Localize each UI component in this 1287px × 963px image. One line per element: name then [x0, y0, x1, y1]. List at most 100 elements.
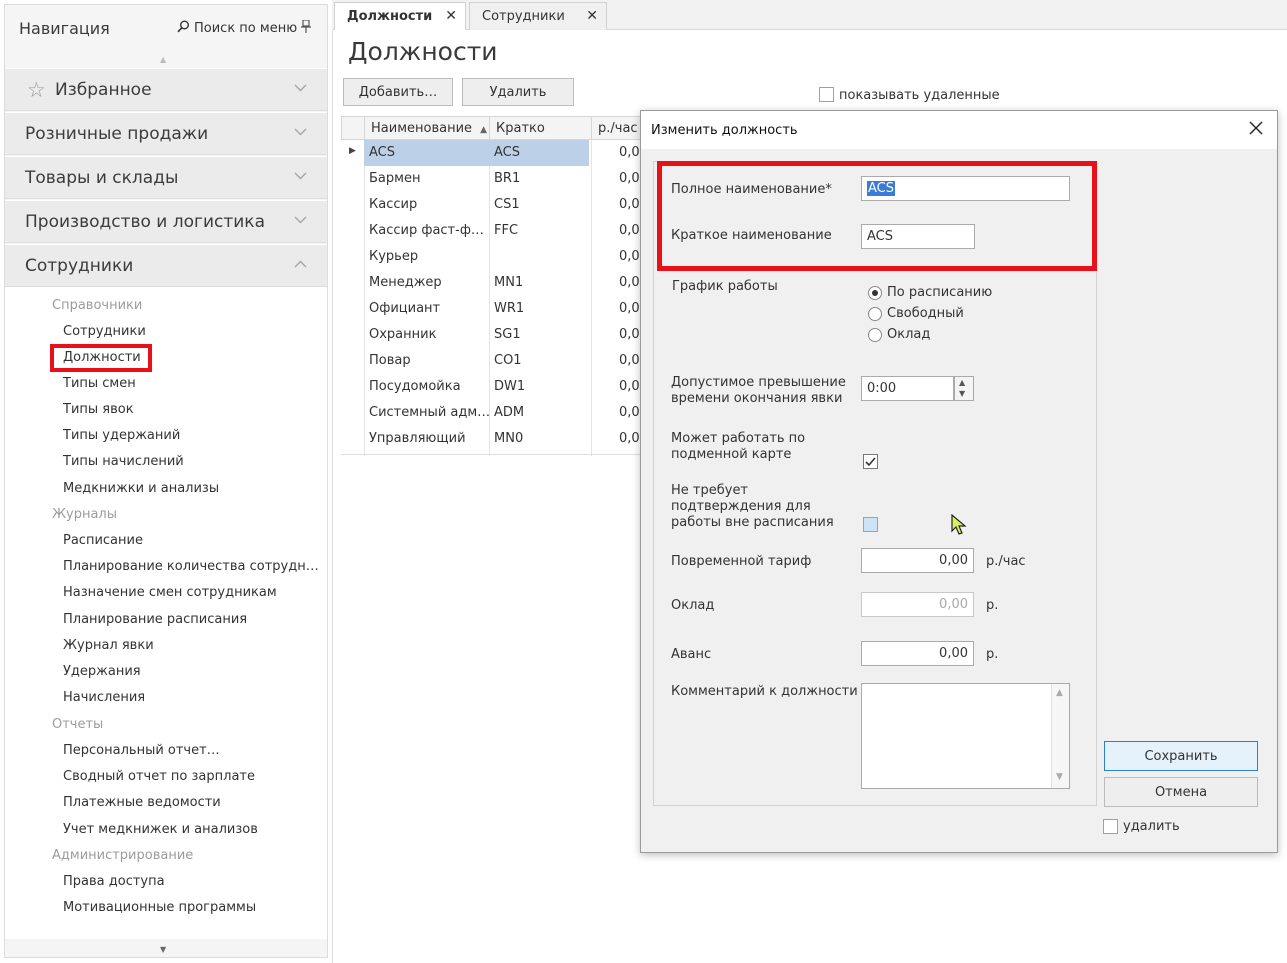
comment-textarea[interactable]: ▲ ▼: [861, 683, 1070, 789]
cell-short: MN1: [494, 275, 524, 290]
menu-item-attendance-types[interactable]: Типы явок: [63, 402, 134, 417]
save-button[interactable]: Сохранить: [1104, 741, 1258, 771]
schedule-free-radio[interactable]: [868, 307, 882, 321]
table-row[interactable]: Курьер 0,00: [341, 244, 671, 270]
cancel-button[interactable]: Отмена: [1104, 777, 1258, 807]
menu-item-personal-report[interactable]: Персональный отчет…: [63, 743, 220, 758]
schedule-salary-radio[interactable]: [868, 328, 882, 342]
table-row[interactable]: Бармен BR1 0,00: [341, 166, 671, 192]
close-icon[interactable]: ✕: [445, 8, 457, 24]
menu-item-shift-assignment[interactable]: Назначение смен сотрудникам: [63, 585, 277, 600]
table-row[interactable]: Повар CO1 0,00: [341, 348, 671, 374]
table-row[interactable]: Кассир CS1 0,00: [341, 192, 671, 218]
column-header-short[interactable]: Кратко: [489, 116, 592, 140]
table-row[interactable]: Кассир фаст-ф… FFC 0,00: [341, 218, 671, 244]
tab-employees[interactable]: Сотрудники ✕: [469, 2, 607, 30]
menu-item-schedule-planning[interactable]: Планирование расписания: [63, 612, 247, 627]
cell-name: Управляющий: [369, 431, 466, 446]
menu-item-motivation-programs[interactable]: Мотивационные программы: [63, 900, 256, 915]
menu-item-attendance-journal[interactable]: Журнал явки: [63, 638, 154, 653]
menu-item-deductions[interactable]: Удержания: [63, 664, 141, 679]
overtime-spinner[interactable]: ▲ ▼: [954, 376, 974, 401]
table-row[interactable]: Посудомойка DW1 0,00: [341, 374, 671, 400]
table-row[interactable]: Менеджер MN1 0,00: [341, 270, 671, 296]
menu-item-schedule[interactable]: Расписание: [63, 533, 143, 548]
close-icon[interactable]: ✕: [586, 8, 598, 24]
dialog-titlebar: Изменить должность: [641, 111, 1277, 149]
chevron-down-icon: [294, 125, 307, 140]
overtime-input[interactable]: 0:00: [861, 376, 954, 401]
show-deleted-checkbox[interactable]: [819, 87, 834, 102]
hourly-rate-input[interactable]: 0,00: [861, 548, 974, 573]
cell-name: Кассир фаст-ф…: [369, 223, 484, 238]
advance-label: Аванс: [671, 647, 712, 662]
scroll-down-icon[interactable]: ▼: [1056, 772, 1063, 782]
menu-item-payment-sheets[interactable]: Платежные ведомости: [63, 795, 221, 810]
nav-group-label: Товары и склады: [25, 168, 179, 188]
table-row[interactable]: Системный адм… ADM 0,00: [341, 400, 671, 426]
menu-item-access-rights[interactable]: Права доступа: [63, 874, 165, 889]
table-row[interactable]: Управляющий MN0 0,00: [341, 426, 671, 452]
chevron-up-icon: [294, 257, 307, 272]
menu-search-button[interactable]: Поиск по меню: [177, 20, 297, 37]
menu-item-medical-accounting[interactable]: Учет медкнижек и анализов: [63, 822, 258, 837]
menu-item-accrual-types[interactable]: Типы начислений: [63, 454, 184, 469]
scroll-up-icon[interactable]: ▲: [1056, 688, 1063, 698]
menu-item-salary-summary[interactable]: Сводный отчет по зарплате: [63, 769, 255, 784]
cell-short: SG1: [494, 327, 521, 342]
no-confirmation-checkbox[interactable]: [863, 517, 878, 532]
hourly-rate-label: Повременной тариф: [671, 554, 812, 569]
section-directories: Справочники: [52, 298, 143, 313]
cell-name: Повар: [369, 353, 411, 368]
menu-item-deduction-types[interactable]: Типы удержаний: [63, 428, 180, 443]
schedule-label: График работы: [672, 279, 778, 294]
schedule-by-schedule-radio[interactable]: [868, 286, 882, 300]
nav-group-goods[interactable]: Товары и склады: [5, 156, 327, 199]
substitute-card-label: Может работать по подменной карте: [671, 431, 806, 462]
scroll-up-icon[interactable]: ▲: [160, 55, 166, 64]
delete-checkbox-label: удалить: [1123, 819, 1180, 834]
mouse-cursor-icon: [951, 513, 967, 541]
advance-input[interactable]: 0,00: [861, 641, 974, 666]
menu-item-staff-planning[interactable]: Планирование количества сотрудн…: [63, 559, 319, 574]
cell-short: FFC: [494, 223, 519, 238]
nav-group-favorites[interactable]: ☆ Избранное: [5, 68, 327, 111]
table-row[interactable]: ▶ ACS ACS 0,00: [341, 140, 671, 166]
scroll-down-icon[interactable]: ▼: [160, 945, 166, 954]
nav-group-employees[interactable]: Сотрудники: [5, 244, 327, 287]
section-admin: Администрирование: [52, 848, 194, 863]
salary-input[interactable]: 0,00: [861, 592, 974, 617]
tab-label: Должности: [347, 9, 433, 24]
substitute-card-checkbox[interactable]: [863, 454, 878, 469]
menu-item-shift-types[interactable]: Типы смен: [63, 376, 136, 391]
cell-short: ADM: [494, 405, 525, 420]
names-highlight-box: [657, 161, 1097, 271]
nav-group-production[interactable]: Производство и логистика: [5, 200, 327, 243]
sort-asc-icon: ▲: [480, 125, 488, 135]
delete-button[interactable]: Удалить: [462, 78, 574, 106]
column-header-name[interactable]: Наименование ▲: [364, 116, 490, 140]
cell-short: CO1: [494, 353, 522, 368]
hourly-rate-unit: р./час: [986, 554, 1026, 569]
table-row[interactable]: Охранник SG1 0,00: [341, 322, 671, 348]
overtime-label: Допустимое превышение времени окончания …: [671, 375, 846, 406]
spin-up-icon[interactable]: ▲: [959, 378, 965, 387]
cell-name: Менеджер: [369, 275, 442, 290]
spin-down-icon[interactable]: ▼: [959, 389, 965, 398]
cell-name: Курьер: [369, 249, 419, 264]
section-reports: Отчеты: [52, 717, 104, 732]
pin-icon[interactable]: [301, 19, 311, 36]
nav-group-retail[interactable]: Розничные продажи: [5, 112, 327, 155]
comment-scrollbar[interactable]: ▲ ▼: [1051, 684, 1069, 788]
cell-short: MN0: [494, 431, 524, 446]
menu-item-employees[interactable]: Сотрудники: [63, 324, 146, 339]
menu-item-medical-books[interactable]: Медкнижки и анализы: [63, 481, 219, 496]
tab-positions[interactable]: Должности ✕: [334, 2, 466, 30]
salary-label: Оклад: [671, 598, 715, 613]
check-icon: [865, 457, 876, 467]
menu-item-accruals[interactable]: Начисления: [63, 690, 145, 705]
table-row[interactable]: Официант WR1 0,00: [341, 296, 671, 322]
delete-checkbox[interactable]: [1103, 819, 1118, 834]
add-button[interactable]: Добавить…: [343, 78, 453, 106]
close-icon[interactable]: [1249, 119, 1263, 140]
